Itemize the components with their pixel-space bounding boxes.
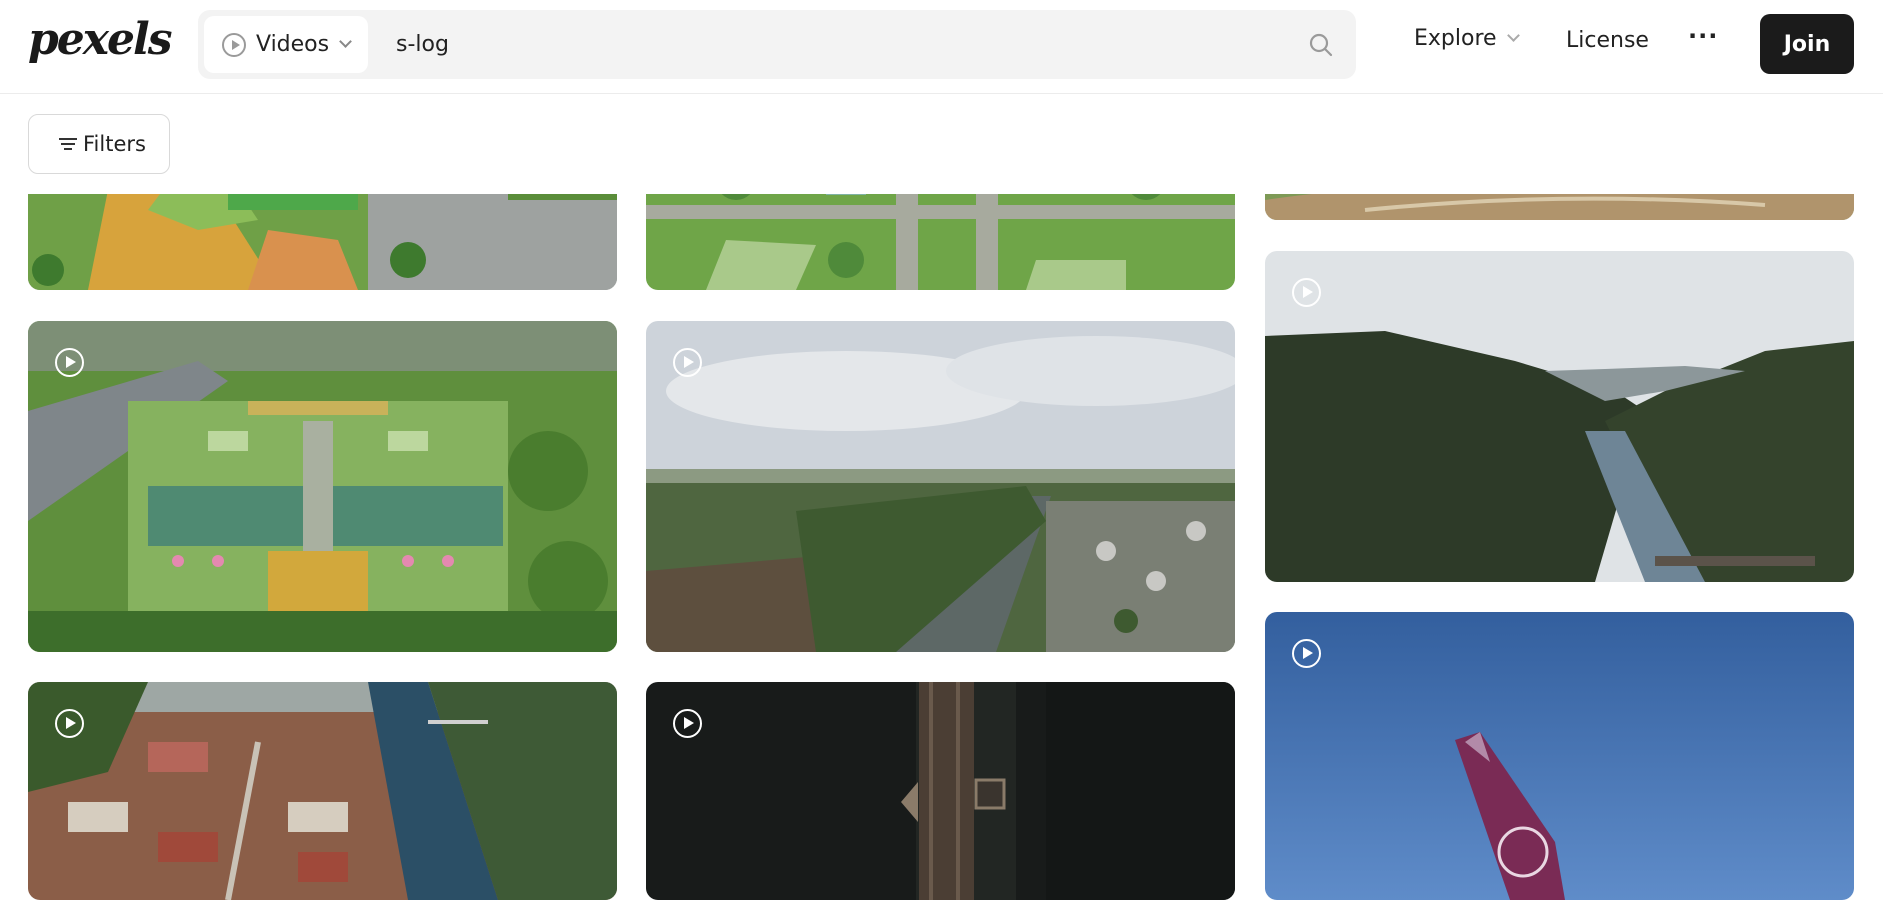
play-circle-icon <box>1292 639 1321 668</box>
explore-label: Explore <box>1414 26 1497 51</box>
pexels-logo[interactable]: pexels <box>28 14 172 65</box>
video-thumbnail[interactable] <box>28 321 617 652</box>
filters-label: Filters <box>83 132 146 156</box>
search-bar: Videos s-log <box>198 10 1356 79</box>
search-icon[interactable] <box>1308 32 1334 58</box>
media-type-label: Videos <box>256 32 330 57</box>
play-circle-icon <box>222 32 246 57</box>
search-query: s-log <box>396 32 449 57</box>
search-input[interactable]: s-log <box>396 10 449 79</box>
play-circle-icon <box>55 348 84 377</box>
video-preview <box>646 321 1235 652</box>
play-circle-icon <box>673 709 702 738</box>
play-circle-icon <box>673 348 702 377</box>
video-thumbnail[interactable] <box>1265 612 1854 900</box>
chevron-down-icon <box>1506 29 1520 42</box>
media-type-dropdown[interactable]: Videos <box>204 16 368 73</box>
filters-button[interactable]: Filters <box>28 114 170 174</box>
video-thumbnail[interactable] <box>646 321 1235 652</box>
more-options-icon[interactable]: ··· <box>1688 22 1718 50</box>
video-preview <box>646 682 1235 900</box>
video-preview <box>28 682 617 900</box>
video-preview <box>1265 612 1854 900</box>
explore-menu[interactable]: Explore <box>1414 26 1520 51</box>
video-thumbnail[interactable] <box>1265 251 1854 582</box>
join-button[interactable]: Join <box>1760 14 1854 74</box>
filters-toolbar: Filters <box>0 94 1883 194</box>
video-thumbnail[interactable] <box>28 682 617 900</box>
top-navbar: pexels Videos s-log Explore License ··· … <box>0 0 1883 94</box>
play-circle-icon <box>1292 278 1321 307</box>
video-preview <box>28 321 617 652</box>
video-thumbnail[interactable] <box>646 682 1235 900</box>
license-link[interactable]: License <box>1566 28 1649 53</box>
play-circle-icon <box>55 709 84 738</box>
filter-icon <box>59 137 77 151</box>
video-preview <box>1265 251 1854 582</box>
chevron-down-icon <box>339 35 352 48</box>
